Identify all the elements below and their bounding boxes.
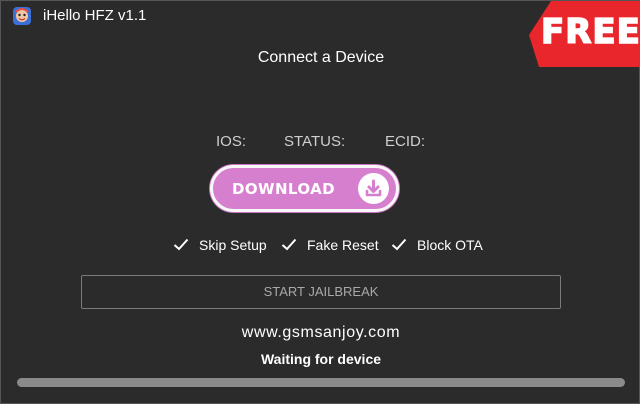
start-jailbreak-button[interactable]: START JAILBREAK <box>81 275 561 309</box>
ihello-logo-icon <box>13 7 31 25</box>
download-icon <box>358 173 389 204</box>
check-icon <box>391 238 407 251</box>
status-text: Waiting for device <box>260 351 382 367</box>
status-label: STATUS: <box>284 133 346 150</box>
app-window: iHello HFZ v1.1 FREE Connect a Device IO… <box>0 0 640 404</box>
check-icon <box>281 238 297 251</box>
page-title: Connect a Device <box>257 49 385 66</box>
check-icon <box>173 238 189 251</box>
website-text: www.gsmsanjoy.com <box>241 324 401 341</box>
window-title: iHello HFZ v1.1 <box>43 7 147 24</box>
fake-reset-checkbox[interactable]: Fake Reset <box>281 235 381 255</box>
ecid-label: ECID: <box>385 133 426 150</box>
block-ota-checkbox[interactable]: Block OTA <box>391 235 487 255</box>
free-badge-text: FREE <box>540 11 640 53</box>
download-button-label: DOWNLOAD <box>232 180 335 198</box>
ios-label: IOS: <box>216 133 247 150</box>
skip-setup-label: Skip Setup <box>199 237 267 253</box>
download-button[interactable]: DOWNLOAD <box>210 165 399 212</box>
fake-reset-label: Fake Reset <box>307 237 379 253</box>
block-ota-label: Block OTA <box>417 237 483 253</box>
skip-setup-checkbox[interactable]: Skip Setup <box>173 235 269 255</box>
progress-bar <box>17 378 625 387</box>
